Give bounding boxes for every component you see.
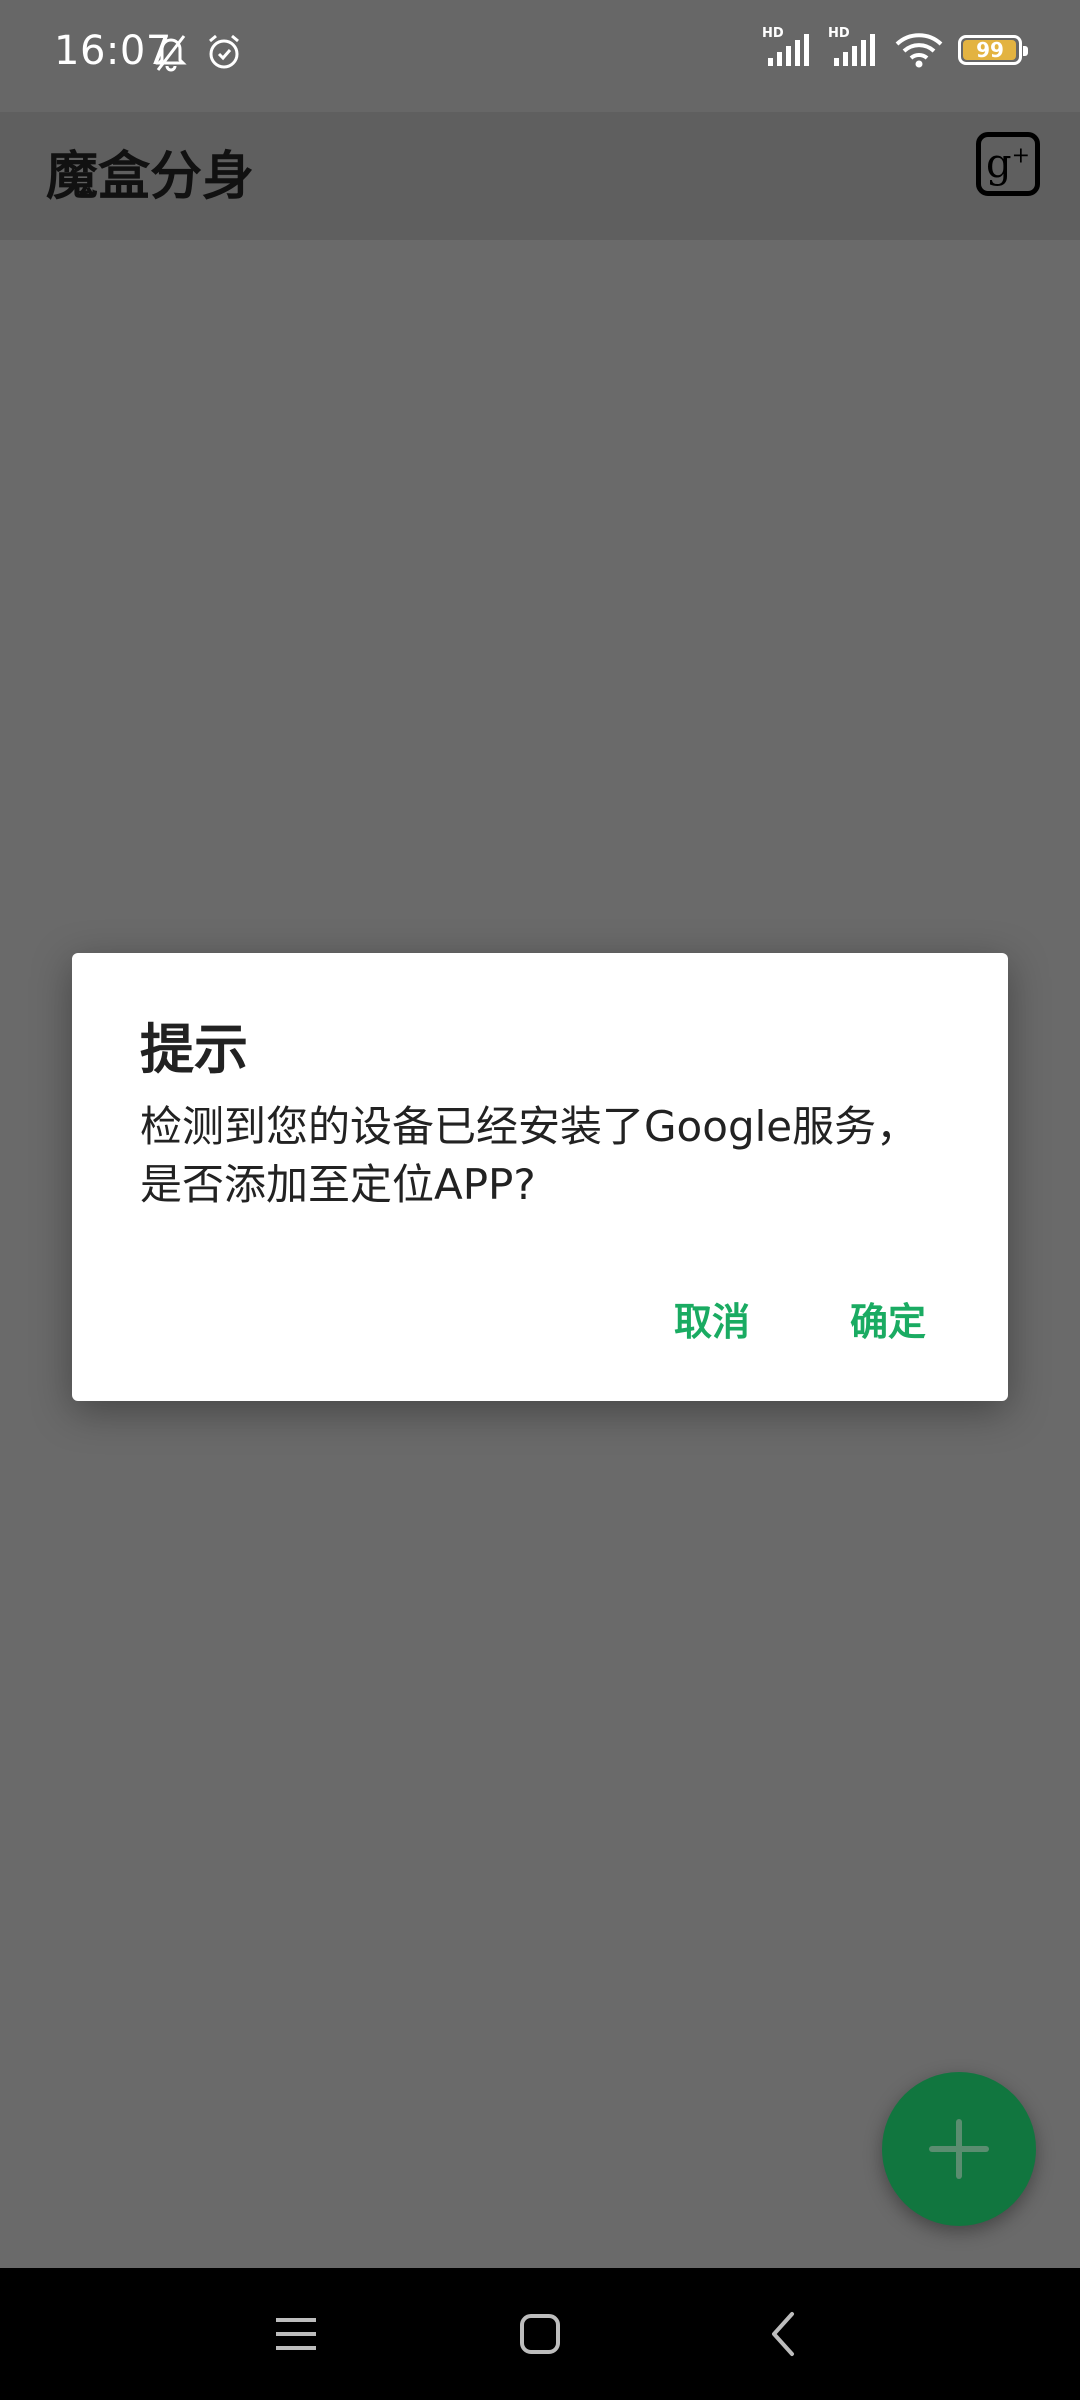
signal-1: HD	[762, 26, 814, 70]
home-icon[interactable]	[510, 2308, 570, 2360]
add-fab-button[interactable]	[882, 2072, 1036, 2226]
bell-muted-icon	[155, 35, 187, 72]
google-plus-button[interactable]: g+	[976, 132, 1040, 196]
app-title: 魔盒分身	[46, 147, 255, 207]
battery-level: 99	[976, 38, 1004, 62]
alert-dialog: 提示 检测到您的设备已经安装了Google服务，是否添加至定位APP? 取消 确…	[72, 953, 1008, 1401]
network-label-2: HD	[828, 26, 850, 41]
google-plus-icon: g+	[985, 141, 1031, 187]
status-right-icons: HD HD 99	[762, 26, 1028, 70]
back-icon[interactable]	[756, 2308, 816, 2360]
battery-cap	[1023, 46, 1028, 56]
confirm-button[interactable]: 确定	[850, 1291, 926, 1346]
dialog-title: 提示	[140, 1018, 248, 1081]
signal-2: HD	[828, 26, 880, 70]
app-bar: 魔盒分身 g+	[0, 112, 1080, 240]
network-label-1: HD	[762, 26, 784, 41]
status-bar: 16:07 HD HD 99	[0, 0, 1080, 112]
status-left-icons	[152, 32, 244, 72]
cancel-button[interactable]: 取消	[674, 1291, 750, 1346]
navigation-bar	[0, 2268, 1080, 2400]
battery-icon: 99	[958, 35, 1028, 65]
dialog-message: 检测到您的设备已经安装了Google服务，是否添加至定位APP?	[140, 1102, 919, 1209]
alarm-icon	[209, 34, 239, 69]
wifi-icon	[895, 33, 943, 68]
menu-icon[interactable]	[266, 2308, 326, 2360]
